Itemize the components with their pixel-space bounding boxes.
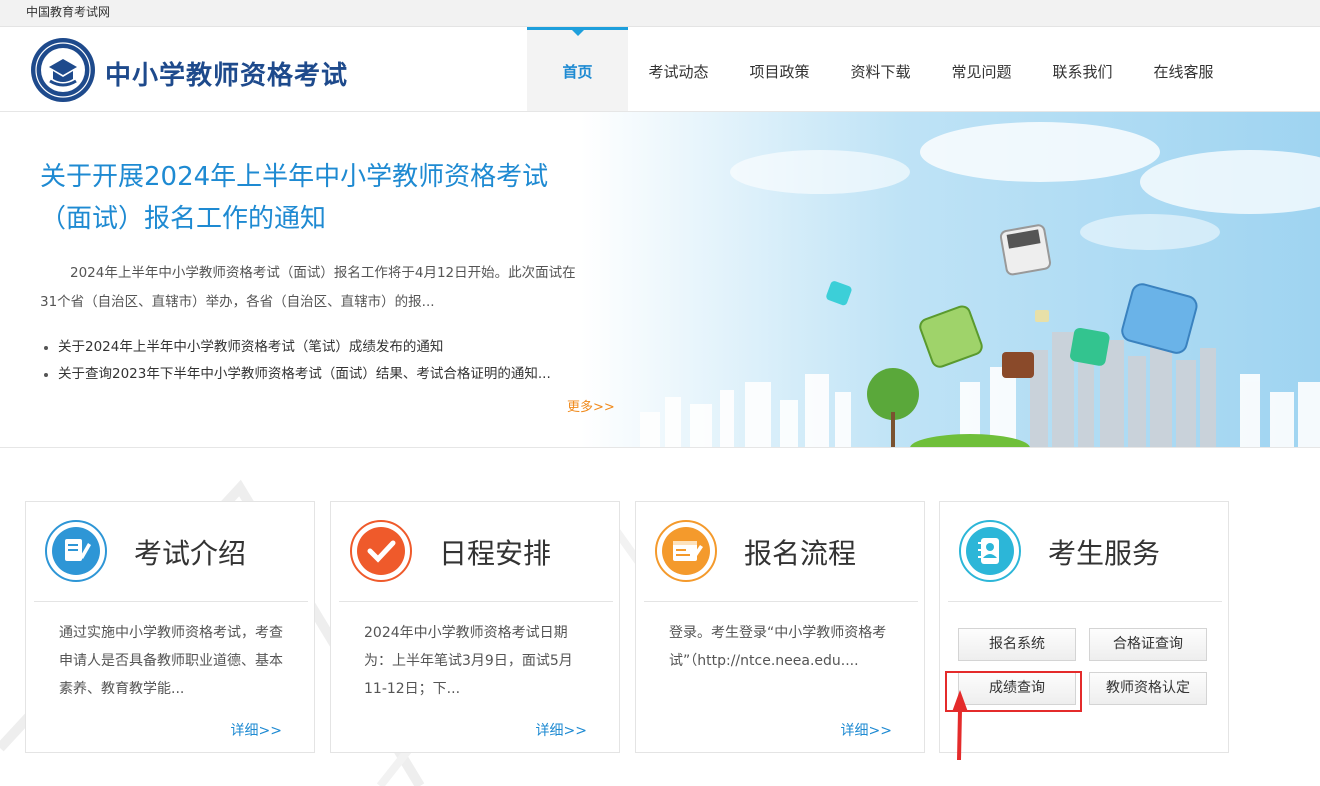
news-item[interactable]: 关于查询2023年下半年中小学教师资格考试（面试）结果、考试合格证明的通知... — [40, 361, 600, 388]
logo-emblem[interactable] — [30, 37, 96, 103]
contact-book-icon — [959, 520, 1021, 582]
form-edit-icon — [655, 520, 717, 582]
nav-online-service[interactable]: 在线客服 — [1133, 27, 1234, 111]
main-nav: 首页 考试动态 项目政策 资料下载 常见问题 联系我们 在线客服 — [527, 27, 1234, 111]
card-title: 日程安排 — [439, 537, 552, 570]
more-link[interactable]: 更多>> — [567, 396, 615, 415]
card-description: 通过实施中小学教师资格考试，考查申请人是否具备教师职业道德、基本素养、教育教学能… — [59, 625, 283, 697]
card-description: 登录。考生登录“中小学教师资格考试”（http://ntce.neea.edu.… — [669, 625, 887, 669]
nav-faq[interactable]: 常见问题 — [931, 27, 1032, 111]
news-list: 关于2024年上半年中小学教师资格考试（笔试）成绩发布的通知 关于查询2023年… — [40, 334, 600, 388]
annotation-arrow — [952, 690, 968, 760]
registration-system-button[interactable]: 报名系统 — [958, 628, 1076, 661]
nav-home[interactable]: 首页 — [527, 27, 628, 111]
top-bar: 中国教育考试网 — [0, 0, 1320, 27]
card-description: 2024年中小学教师资格考试日期为：上半年笔试3月9日，面试5月11-12日；下… — [364, 625, 573, 697]
card-title: 考试介绍 — [134, 537, 247, 570]
divider — [339, 601, 613, 602]
teacher-qualification-button[interactable]: 教师资格认定 — [1089, 672, 1207, 705]
header: 中小学教师资格考试 首页 考试动态 项目政策 资料下载 常见问题 联系我们 在线… — [0, 27, 1320, 112]
news-item[interactable]: 关于2024年上半年中小学教师资格考试（笔试）成绩发布的通知 — [40, 334, 600, 361]
divider — [34, 601, 308, 602]
card-exam-intro: 考试介绍 通过实施中小学教师资格考试，考查申请人是否具备教师职业道德、基本素养、… — [25, 501, 315, 753]
nav-policy[interactable]: 项目政策 — [729, 27, 830, 111]
headline-summary: 2024年上半年中小学教师资格考试（面试）报名工作将于4月12日开始。此次面试在… — [40, 265, 576, 310]
detail-link[interactable]: 详细>> — [841, 720, 892, 740]
divider — [948, 601, 1222, 602]
divider — [644, 601, 918, 602]
detail-link[interactable]: 详细>> — [231, 720, 282, 740]
card-candidate-services: 考生服务 报名系统 合格证查询 成绩查询 教师资格认定 — [939, 501, 1229, 753]
certificate-query-button[interactable]: 合格证查询 — [1089, 628, 1207, 661]
site-link[interactable]: 中国教育考试网 — [26, 3, 110, 20]
card-registration: 报名流程 登录。考生登录“中小学教师资格考试”（http://ntce.neea… — [635, 501, 925, 753]
nav-contact[interactable]: 联系我们 — [1032, 27, 1133, 111]
card-schedule: 日程安排 2024年中小学教师资格考试日期为：上半年笔试3月9日，面试5月11-… — [330, 501, 620, 753]
hero-banner: 关于开展2024年上半年中小学教师资格考试（面试）报名工作的通知 2024年上半… — [0, 112, 1320, 448]
headline-link[interactable]: 关于开展2024年上半年中小学教师资格考试（面试）报名工作的通知 — [40, 156, 600, 240]
detail-link[interactable]: 详细>> — [536, 720, 587, 740]
checkmark-icon — [350, 520, 412, 582]
nav-downloads[interactable]: 资料下载 — [830, 27, 931, 111]
site-title: 中小学教师资格考试 — [105, 61, 349, 91]
document-pen-icon — [45, 520, 107, 582]
nav-exam-news[interactable]: 考试动态 — [628, 27, 729, 111]
card-title: 报名流程 — [744, 537, 857, 570]
card-title: 考生服务 — [1048, 537, 1161, 570]
